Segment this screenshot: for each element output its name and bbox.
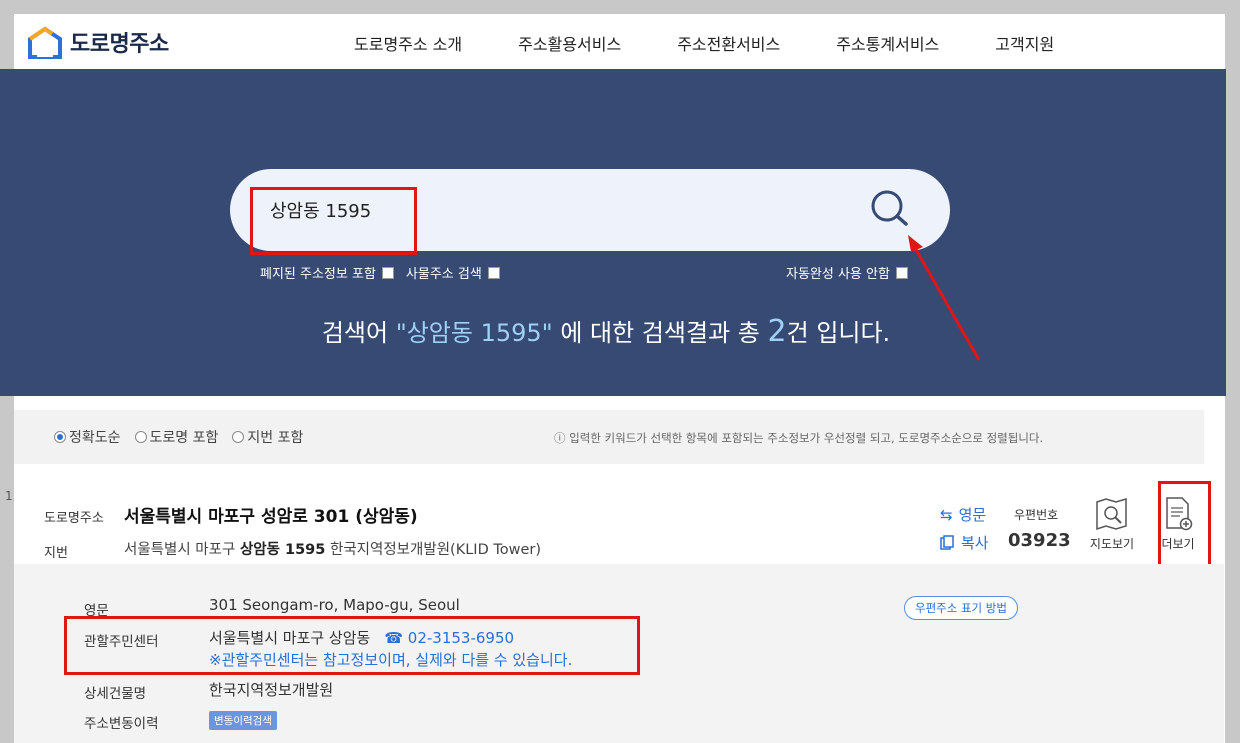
community-center-phone[interactable]: ☎ 02-3153-6950	[384, 629, 514, 647]
jibun-label: 지번	[44, 546, 68, 561]
disable-autocomplete-label: 자동완성 사용 안함	[786, 267, 890, 282]
site-logo[interactable]: 도로명주소	[28, 24, 169, 60]
jibun-address: 서울특별시 마포구 상암동 1595 한국지역정보개발원(KLID Tower)	[124, 538, 541, 559]
more-details-label: 더보기	[1161, 537, 1195, 551]
sort-radio-group: 정확도순 도로명 포함 지번 포함	[54, 427, 317, 447]
site-header: 도로명주소 도로명주소 소개 주소활용서비스 주소전환서비스 주소통계서비스 고…	[14, 14, 1225, 72]
include-abolished-checkbox[interactable]	[381, 266, 394, 279]
sort-accuracy-radio[interactable]: 정확도순	[54, 427, 121, 447]
business-search-option[interactable]: 사물주소 검색	[406, 263, 500, 282]
jibun-prefix: 서울특별시 마포구	[124, 542, 240, 558]
postal-code-label: 우편번호	[1014, 508, 1059, 522]
postal-code: 03923	[1008, 530, 1071, 551]
sort-road-label: 도로명 포함	[149, 430, 219, 446]
history-label: 주소변동이력	[84, 716, 159, 732]
english-address: 301 Seongam-ro, Mapo-gu, Seoul	[209, 596, 460, 614]
search-result-summary: 검색어 "상암동 1595" 에 대한 검색결과 총 2건 입니다.	[0, 313, 1226, 349]
result-keyword: "상암동 1595"	[395, 319, 553, 347]
nav-services[interactable]: 주소활용서비스	[518, 31, 621, 55]
result-middle: 에 대한 검색결과 총	[552, 319, 768, 347]
sort-options-bar: 정확도순 도로명 포함 지번 포함 ⓘ 입력한 키워드가 선택한 항목에 포함되…	[14, 410, 1204, 464]
search-icon	[871, 190, 908, 226]
main-nav: 도로명주소 소개 주소활용서비스 주소전환서비스 주소통계서비스 고객지원	[354, 14, 1110, 72]
search-button[interactable]	[866, 187, 916, 233]
logo-text: 도로명주소	[70, 32, 169, 57]
postal-guide-button[interactable]: 우편주소 표기 방법	[904, 596, 1018, 620]
history-search-button[interactable]: 변동이력검색	[209, 711, 277, 730]
community-center-value: 서울특별시 마포구 상암동 ☎ 02-3153-6950	[209, 627, 514, 648]
sort-info-note: ⓘ 입력한 키워드가 선택한 항목에 포함되는 주소정보가 우선정렬 되고, 도…	[554, 431, 1044, 445]
jibun-suffix: 한국지역정보개발원(KLID Tower)	[325, 542, 542, 558]
nav-statistics[interactable]: 주소통계서비스	[836, 31, 939, 55]
search-options-left: 폐지된 주소정보 포함 사물주소 검색	[260, 263, 512, 282]
search-hero: 폐지된 주소정보 포함 사물주소 검색 자동완성 사용 안함 검색어 "상암동 …	[0, 69, 1226, 396]
search-input[interactable]	[270, 193, 830, 227]
sort-jibun-label: 지번 포함	[247, 430, 304, 446]
sort-accuracy-label: 정확도순	[69, 430, 121, 446]
result-card: 도로명주소 서울특별시 마포구 성암로 301 (상암동) 지번 서울특별시 마…	[14, 464, 1225, 570]
radio-selected-icon	[54, 431, 66, 443]
building-name-label: 상세건물명	[84, 686, 147, 702]
copy-address-button[interactable]: 복사	[940, 532, 989, 553]
building-name-value: 한국지역정보개발원	[209, 681, 334, 699]
sort-road-radio[interactable]: 도로명 포함	[134, 427, 219, 447]
english-address-button[interactable]: ⇆ 영문	[940, 504, 986, 525]
map-view-label: 지도보기	[1089, 537, 1135, 551]
community-center-note: ※관할주민센터는 참고정보이며, 실제와 다를 수 있습니다.	[209, 651, 573, 669]
copy-icon	[940, 535, 954, 550]
swap-arrows-icon: ⇆	[940, 505, 953, 524]
annotation-arrow-icon	[908, 235, 981, 361]
detail-panel: 영문 301 Seongam-ro, Mapo-gu, Seoul 우편주소 표…	[14, 564, 1224, 743]
copy-button-label: 복사	[961, 534, 989, 552]
include-abolished-label: 폐지된 주소정보 포함	[260, 267, 376, 282]
include-abolished-option[interactable]: 폐지된 주소정보 포함	[260, 263, 394, 282]
english-button-label: 영문	[958, 506, 987, 524]
radio-empty-icon	[134, 431, 147, 443]
result-index: 1	[5, 489, 13, 503]
jibun-bold: 상암동 1595	[239, 542, 326, 558]
document-plus-icon	[1166, 497, 1193, 531]
english-label: 영문	[84, 603, 109, 619]
logo-house-icon	[28, 26, 62, 59]
nav-conversion[interactable]: 주소전환서비스	[677, 31, 780, 55]
map-search-icon	[1096, 497, 1127, 531]
history-search-wrap: 변동이력검색	[209, 710, 277, 730]
road-address-label: 도로명주소	[44, 511, 104, 526]
radio-empty-icon	[232, 431, 245, 443]
result-count: 2	[767, 314, 787, 349]
result-prefix: 검색어	[321, 319, 396, 347]
road-address: 서울특별시 마포구 성암로 301 (상암동)	[124, 507, 418, 527]
business-search-label: 사물주소 검색	[405, 267, 482, 282]
more-details-button[interactable]: 더보기	[1156, 496, 1200, 552]
nav-about[interactable]: 도로명주소 소개	[354, 31, 462, 55]
nav-support[interactable]: 고객지원	[995, 31, 1054, 55]
result-suffix: 건 입니다.	[786, 319, 891, 347]
business-search-checkbox[interactable]	[487, 266, 500, 279]
disable-autocomplete-option[interactable]: 자동완성 사용 안함	[786, 263, 908, 282]
sort-jibun-radio[interactable]: 지번 포함	[232, 427, 303, 447]
community-center-name: 서울특별시 마포구 상암동	[209, 629, 371, 647]
map-view-button[interactable]: 지도보기	[1086, 497, 1138, 552]
search-bar	[230, 169, 950, 251]
community-center-label: 관할주민센터	[84, 634, 159, 650]
